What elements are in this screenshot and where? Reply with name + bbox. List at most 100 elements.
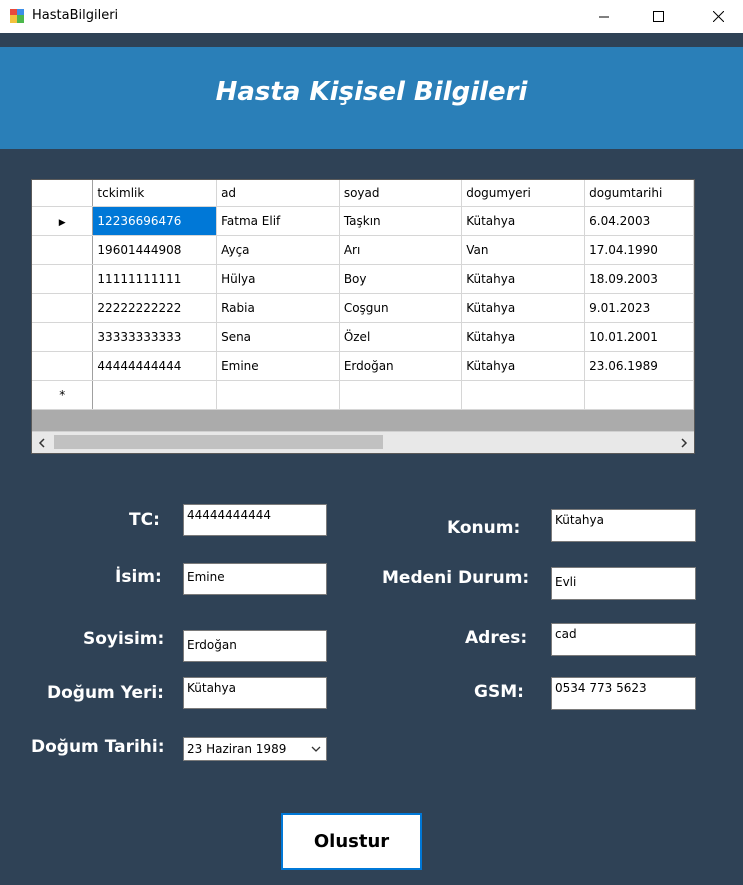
grid-cell-soyad[interactable]: Özel [339, 322, 463, 352]
grid-cell-tckimlik[interactable]: 12236696476 [92, 206, 218, 236]
grid-cell-soyad[interactable]: Arı [339, 235, 463, 265]
row-header-new[interactable]: * [32, 380, 94, 410]
patient-data-grid[interactable]: tckimlik ad soyad dogumyeri dogumtarihi … [31, 179, 695, 454]
table-row[interactable]: 44444444444 Emine Erdoğan Kütahya 23.06.… [32, 351, 694, 381]
grid-cell-dogumyeri[interactable]: Kütahya [461, 293, 586, 323]
row-header[interactable] [32, 235, 94, 265]
column-header-ad[interactable]: ad [216, 180, 340, 207]
column-header-tckimlik[interactable]: tckimlik [92, 180, 218, 207]
column-header-soyad[interactable]: soyad [339, 180, 463, 207]
grid-cell-dogumyeri[interactable]: Kütahya [461, 351, 586, 381]
konum-input[interactable]: Kütahya [551, 509, 696, 542]
tc-label: TC: [129, 510, 160, 530]
grid-cell-tckimlik[interactable]: 44444444444 [92, 351, 218, 381]
grid-cell-dogumyeri[interactable]: Kütahya [461, 206, 586, 236]
maximize-button[interactable] [635, 0, 681, 33]
gsm-label: GSM: [474, 682, 524, 702]
new-row-asterisk-icon: * [59, 387, 66, 402]
grid-cell-empty[interactable] [92, 380, 218, 410]
datepicker-dropdown-button[interactable] [308, 741, 324, 757]
grid-cell-tckimlik[interactable]: 22222222222 [92, 293, 218, 323]
row-header[interactable] [32, 264, 94, 294]
grid-cell-ad[interactable]: Rabia [216, 293, 340, 323]
grid-cell-empty[interactable] [584, 380, 694, 410]
minimize-button[interactable] [581, 0, 627, 33]
grid-cell-ad[interactable]: Hülya [216, 264, 340, 294]
grid-cell-soyad[interactable]: Coşgun [339, 293, 463, 323]
row-header[interactable] [32, 322, 94, 352]
grid-cell-dogumyeri[interactable]: Kütahya [461, 264, 586, 294]
header-panel: Hasta Kişisel Bilgileri [0, 33, 743, 149]
konum-label: Konum: [447, 518, 521, 538]
grid-cell-dogumtarihi[interactable]: 17.04.1990 [584, 235, 694, 265]
chevron-right-icon [681, 437, 688, 448]
gsm-input[interactable]: 0534 773 5623 [551, 677, 696, 710]
adres-input[interactable]: cad [551, 623, 696, 656]
grid-header-row: tckimlik ad soyad dogumyeri dogumtarihi [32, 180, 694, 207]
grid-cell-tckimlik[interactable]: 11111111111 [92, 264, 218, 294]
row-header-current[interactable]: ▶ [32, 206, 94, 236]
soyisim-label: Soyisim: [83, 629, 165, 649]
grid-cell-dogumtarihi[interactable]: 6.04.2003 [584, 206, 694, 236]
grid-cell-empty[interactable] [461, 380, 586, 410]
medeni-durum-input[interactable]: Evli [551, 567, 696, 600]
chevron-left-icon [38, 437, 45, 448]
grid-cell-tckimlik[interactable]: 33333333333 [92, 322, 218, 352]
medeni-durum-label: Medeni Durum: [382, 568, 530, 588]
page-title: Hasta Kişisel Bilgileri [215, 77, 528, 107]
grid-cell-dogumtarihi[interactable]: 10.01.2001 [584, 322, 694, 352]
table-row[interactable]: 19601444908 Ayça Arı Van 17.04.1990 [32, 235, 694, 265]
scroll-right-button[interactable] [674, 432, 694, 453]
table-row[interactable]: 11111111111 Hülya Boy Kütahya 18.09.2003 [32, 264, 694, 294]
grid-cell-ad[interactable]: Emine [216, 351, 340, 381]
grid-cell-ad[interactable]: Sena [216, 322, 340, 352]
grid-cell-empty[interactable] [339, 380, 463, 410]
current-row-arrow-icon: ▶ [58, 217, 66, 228]
table-row[interactable]: ▶ 12236696476 Fatma Elif Taşkın Kütahya … [32, 206, 694, 236]
tc-input[interactable]: 44444444444 [183, 504, 327, 536]
grid-cell-soyad[interactable]: Boy [339, 264, 463, 294]
dogum-tarihi-label: Doğum Tarihi: [31, 737, 165, 757]
grid-corner-cell [32, 180, 94, 207]
new-row[interactable]: * [32, 380, 694, 410]
grid-cell-dogumyeri[interactable]: Van [461, 235, 586, 265]
soyisim-input[interactable]: Erdoğan [183, 630, 327, 662]
column-header-dogumtarihi[interactable]: dogumtarihi [584, 180, 694, 207]
grid-cell-dogumyeri[interactable]: Kütahya [461, 322, 586, 352]
maximize-icon [652, 11, 664, 22]
dogum-tarihi-value: 23 Haziran 1989 [187, 742, 287, 756]
scrollbar-thumb[interactable] [54, 435, 383, 449]
grid-cell-empty[interactable] [216, 380, 340, 410]
isim-label: İsim: [115, 567, 162, 587]
grid-cell-dogumtarihi[interactable]: 9.01.2023 [584, 293, 694, 323]
dogum-yeri-input[interactable]: Kütahya [183, 677, 327, 709]
scroll-left-button[interactable] [32, 432, 52, 453]
adres-label: Adres: [465, 628, 528, 648]
olustur-button[interactable]: Olustur [281, 813, 422, 870]
grid-cell-dogumtarihi[interactable]: 23.06.1989 [584, 351, 694, 381]
chevron-down-icon [311, 746, 321, 752]
header-top-stripe [0, 33, 743, 47]
close-button[interactable] [695, 0, 741, 33]
grid-cell-ad[interactable]: Ayça [216, 235, 340, 265]
app-icon [10, 9, 24, 23]
grid-table: tckimlik ad soyad dogumyeri dogumtarihi … [32, 180, 694, 410]
minimize-icon [599, 16, 609, 17]
grid-cell-dogumtarihi[interactable]: 18.09.2003 [584, 264, 694, 294]
table-row[interactable]: 33333333333 Sena Özel Kütahya 10.01.2001 [32, 322, 694, 352]
window-titlebar: HastaBilgileri [0, 0, 743, 33]
isim-input[interactable]: Emine [183, 563, 327, 595]
grid-cell-ad[interactable]: Fatma Elif [216, 206, 340, 236]
column-header-dogumyeri[interactable]: dogumyeri [461, 180, 586, 207]
row-header[interactable] [32, 351, 94, 381]
dogum-tarihi-datepicker[interactable]: 23 Haziran 1989 [183, 737, 327, 761]
window-title: HastaBilgileri [32, 8, 119, 23]
table-row[interactable]: 22222222222 Rabia Coşgun Kütahya 9.01.20… [32, 293, 694, 323]
grid-cell-soyad[interactable]: Taşkın [339, 206, 463, 236]
row-header[interactable] [32, 293, 94, 323]
grid-cell-tckimlik[interactable]: 19601444908 [92, 235, 218, 265]
close-icon [712, 11, 724, 22]
dogum-yeri-label: Doğum Yeri: [47, 683, 164, 703]
grid-cell-soyad[interactable]: Erdoğan [339, 351, 463, 381]
horizontal-scrollbar[interactable] [32, 431, 694, 453]
